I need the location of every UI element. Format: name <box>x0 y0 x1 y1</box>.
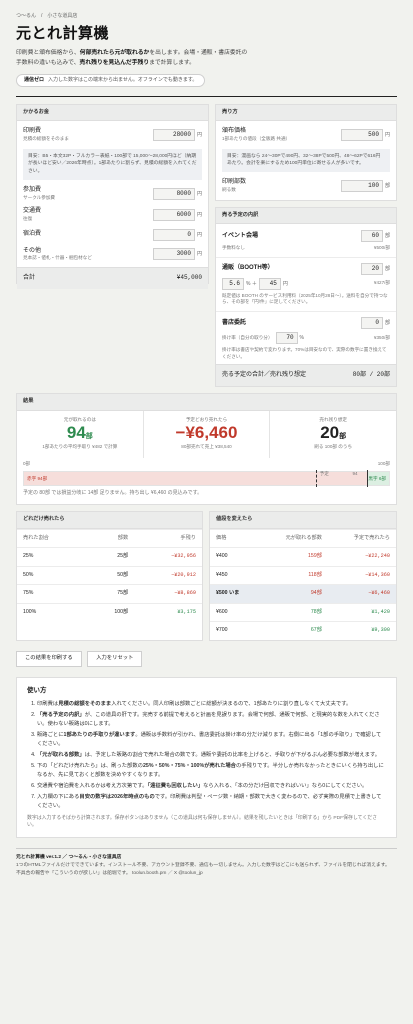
lead-text: 印刷費と頒布価格から、何部売れたら元が取れるかを出します。会場・通販・書店委託の… <box>16 50 248 66</box>
print-cost-row: 印刷費 見積の総額をそのまま 28000 円 <box>23 128 202 142</box>
reset-button[interactable]: 入力をリセット <box>87 650 143 667</box>
shop-note: 掛け率は書店や契約で変わります。70%は目安なので、実際の数字に置き換えてくださ… <box>222 347 387 359</box>
table-row: 100% 100部 ¥3,175 <box>17 602 202 622</box>
print-cost-note: 目安：B5・本文32P・フルカラー表紙・100部で 15,000〜28,000円… <box>23 148 202 180</box>
price-table-card: 値段を変えたら 価格 元が取れる部数 予定で売れたら ¥400 159部 −¥22,24… <box>209 511 397 641</box>
print-cost-input[interactable]: 28000 <box>152 129 195 142</box>
qty-row: 印刷部数 刷る数 100 部 <box>222 179 390 192</box>
cost-total-value: ¥45,000 <box>176 273 202 281</box>
cost-header: かかるお金 <box>17 104 208 122</box>
shop-rate-input[interactable]: 70 <box>275 332 298 344</box>
shop-qty-input[interactable]: 0 <box>360 317 383 329</box>
booth-qty-input[interactable]: 20 <box>360 262 383 275</box>
table-row: ¥450 118部 −¥14,360 <box>210 565 396 585</box>
qty-input[interactable]: 100 <box>340 179 383 192</box>
divider <box>16 95 397 97</box>
event-qty-input[interactable]: 60 <box>360 230 383 243</box>
usage-item: 入力欄の下にある目安の数字は2026年時点のものです。印刷費は判型・ページ数・納… <box>37 793 386 811</box>
print-button[interactable]: この結果を印刷する <box>16 650 82 667</box>
sell-table-card: どれだけ売れたら 売れた割合 部数 手残り 25% 25部 −¥32,956 50% 50部… <box>16 511 203 641</box>
table-row: ¥700 67部 ¥9,300 <box>210 621 396 640</box>
breakeven-cell: 元が取れるのは 94部 1部あたりの平均手取り ¥482 で計算 <box>17 410 144 459</box>
planned-profit-cell: 予定どおり売れたら −¥6,460 80部売れて売上 ¥38,540 <box>144 410 271 459</box>
usage-section: 使い方 印刷費は見積の総額をそのまま入れてください。同人印刷は部数ごとに総額が決… <box>16 676 397 839</box>
travel-row: 交通費 往復 6000 円 <box>23 208 202 221</box>
breadcrumb: つ～るん / 小さな道具店 <box>16 13 78 19</box>
travel-input[interactable]: 6000 <box>152 208 195 221</box>
price-input[interactable]: 500 <box>340 129 383 142</box>
table-row: ¥600 78部 ¥1,420 <box>210 602 396 622</box>
usage-item: 交通費や宿泊費を入れるかは考え方次第です。「遠征費も回収したい」なら入れる、「本… <box>37 782 386 791</box>
page: つ～るん / 小さな道具店 元とれ計算機 印刷費と頒布価格から、何部売れたら元が… <box>0 0 413 1024</box>
breakeven-value: 94 <box>66 423 86 443</box>
usage-item: 印刷費は見積の総額をそのまま入れてください。同人印刷は部数ごとに総額が決まるので… <box>37 700 386 709</box>
result-card: 結果 元が取れるのは 94部 1部あたりの平均手取り ¥482 で計算 予定どお… <box>16 393 397 506</box>
table-row: 25% 25部 −¥32,956 <box>17 547 202 567</box>
privacy-badge: 通信ゼロ 入力した数字はこの端末から出ません。オフラインでも動きます。 <box>16 73 206 87</box>
usage-list: 印刷費は見積の総額をそのまま入れてください。同人印刷は部数ごとに総額が決まるので… <box>27 700 386 811</box>
leftover-cell: 売れ残り想定 20部 刷る 100部 のうち <box>314 416 353 449</box>
other-row: その他 見本誌・値札・什器・梱包材など 3000 円 <box>23 247 202 261</box>
event-row: イベント会場 60 部 <box>216 224 396 245</box>
booth-row: 通販（BOOTH等） 20 部 <box>216 260 396 278</box>
table-row: ¥500 いま 94部 −¥6,460 <box>210 584 396 604</box>
usage-item: 販路ごとに1部あたりの手取りが違います。通販は手数料が引かれ、書店委託は掛け率の… <box>37 731 386 749</box>
booth-fixed-input[interactable]: 45 <box>258 277 281 290</box>
sale-card: 売り方 頒布価格 1部あたりの値段（全販路 共通） 500 円 目安：漫画なら 24… <box>215 103 397 201</box>
usage-item: 下の「どれだけ売れたら」は、刷った部数の25%・50%・75%・100%が売れた… <box>37 762 386 780</box>
plan-card: 売る予定の内訳 イベント会場 60 部 手数料なし ¥500/部 通販（BOOTH等… <box>215 206 397 387</box>
usage-item: 「元が取れる部数」は、予定した販路の割合で売れた場合の数です。通販や委託の比率を… <box>37 751 386 760</box>
stay-input[interactable]: 0 <box>152 228 195 241</box>
footer: 元とれ計算機 ver.1.2 ／ つ～るん・小さな道具店 1つのHTMLファイル… <box>16 848 397 877</box>
breakeven-bar: 赤字 94部 予定 94 黒字 6部 <box>23 469 390 487</box>
table-row: 50% 50部 −¥20,912 <box>17 565 202 585</box>
sell-table: 売れた割合 部数 手残り 25% 25部 −¥32,956 50% 50部 −¥20,912 7… <box>17 528 202 622</box>
table-row: ¥400 159部 −¥22,240 <box>210 547 396 567</box>
cost-card: かかるお金 印刷費 見積の総額をそのまま 28000 円 目安：B5・本文32P・フ… <box>16 103 209 289</box>
result-summary: 予定の 80部 では損益分岐に 14部 足りません。持ち出し ¥6,460 の見… <box>23 489 203 496</box>
table-row: 75% 75部 −¥8,869 <box>17 584 202 604</box>
price-note: 目安：漫画なら 24〜30Pで490円、32〜38Pで500円、48〜62Pで6… <box>222 148 390 173</box>
stay-row: 宿泊費 0円 <box>17 226 208 244</box>
price-row: 頒布価格 1部あたりの値段（全販路 共通） 500 円 <box>222 128 390 142</box>
booth-pct-input[interactable]: 5.6 <box>222 277 244 290</box>
price-table: 価格 元が取れる部数 予定で売れたら ¥400 159部 −¥22,240 ¥450 118… <box>210 528 396 640</box>
fee-row: 参加費 サークル参加費 8000 円 <box>23 186 202 200</box>
page-title: 元とれ計算機 <box>16 25 110 43</box>
shop-row: 書店委託 0部 <box>216 314 396 332</box>
plan-total: 売る予定の合計／売れ残り想定 80部 / 20部 <box>216 364 396 386</box>
leftover-value: 20 <box>320 423 340 443</box>
planned-profit-value: −¥6,460 <box>175 423 238 443</box>
usage-item: 「売る予定の内訳」が、この道具の肝です。完売する前提で考えると計画を見誤ります。… <box>37 711 386 729</box>
fee-input[interactable]: 8000 <box>152 187 195 200</box>
cost-total: 合計 ¥45,000 <box>17 266 208 289</box>
booth-note: 既定値は BOOTH のサービス利用料（2025年10月28日〜）。送料を自分で… <box>222 292 388 305</box>
other-input[interactable]: 3000 <box>152 248 195 261</box>
